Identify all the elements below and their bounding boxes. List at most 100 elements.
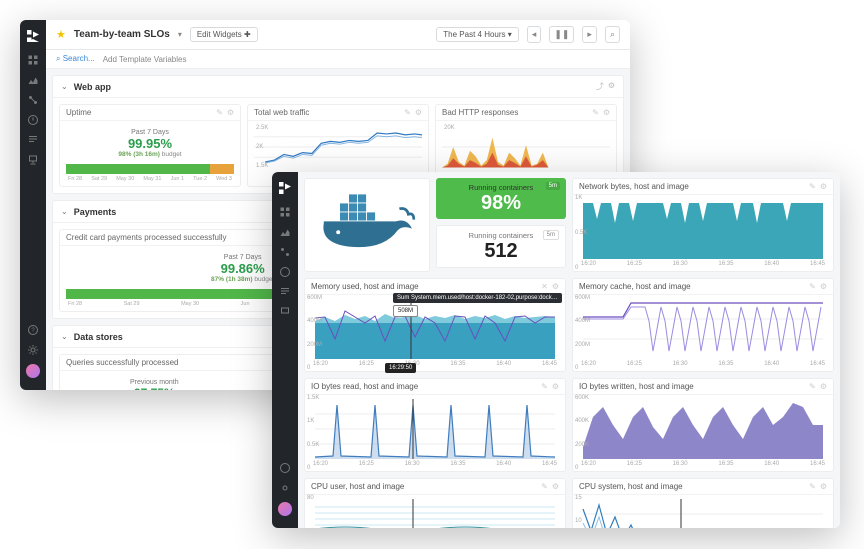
chevron-down-icon: ⌄ <box>61 332 68 341</box>
gear-icon[interactable]: ⚙ <box>552 482 559 491</box>
edit-icon[interactable]: ✎ <box>541 482 548 491</box>
topbar: ★ Team-by-team SLOs ▾ Edit Widgets ✚ The… <box>46 20 630 50</box>
add-template-link[interactable]: Add Template Variables <box>103 55 187 64</box>
panel-cpu-system: CPU system, host and image✎⚙ 151050 16:2… <box>572 478 834 528</box>
title-dropdown-icon[interactable]: ▾ <box>178 30 182 39</box>
layout-back-icon[interactable]: ◂ <box>527 26 542 43</box>
gear-icon[interactable]: ⚙ <box>227 108 234 117</box>
panel-memory-used: Memory used, host and image✕⚙ 600M400M20… <box>304 278 566 372</box>
gear-icon[interactable]: ⚙ <box>820 482 827 491</box>
nav-icon-link[interactable] <box>279 246 291 258</box>
bad-http-chart <box>442 125 610 169</box>
close-icon[interactable]: ✕ <box>541 282 548 291</box>
panel-memory-cache: Memory cache, host and image✎⚙ 600M400M2… <box>572 278 834 372</box>
nav-icon-infra[interactable] <box>27 154 39 166</box>
time-range-selector[interactable]: The Past 4 Hours ▾ <box>436 27 519 42</box>
tooltip: Sum System.mem.used/host:docker-182-02,p… <box>393 293 562 303</box>
whale-icon <box>307 189 427 261</box>
section-title: Web app <box>74 82 111 92</box>
edit-icon[interactable]: ✎ <box>809 482 816 491</box>
page-title: Team-by-team SLOs <box>74 29 170 40</box>
gear-icon[interactable] <box>279 482 291 494</box>
help-icon[interactable]: ? <box>27 324 39 336</box>
edit-icon[interactable]: ✎ <box>809 282 816 291</box>
net-chart <box>579 199 827 259</box>
template-row: ⌕ Search... Add Template Variables <box>46 50 630 69</box>
card-title: Credit card payments processed successfu… <box>66 233 227 242</box>
main: Running containers 5m 98% Running contai… <box>298 172 840 528</box>
sidebar: ? <box>20 20 46 390</box>
gear-icon[interactable]: ⚙ <box>552 382 559 391</box>
edit-icon[interactable]: ✎ <box>809 382 816 391</box>
stat-running-count: Running containers 5m 512 <box>436 225 566 268</box>
app-logo <box>24 26 42 46</box>
cpuu-chart <box>311 499 559 528</box>
star-icon[interactable]: ★ <box>56 28 66 41</box>
svg-text:?: ? <box>31 328 35 334</box>
edit-icon[interactable]: ✎ <box>809 182 816 191</box>
gear-icon[interactable] <box>27 344 39 356</box>
panel-io-read: IO bytes read, host and image✎⚙ 1.5K1K0.… <box>304 378 566 472</box>
help-icon[interactable] <box>279 462 291 474</box>
gear-icon[interactable]: ⚙ <box>820 382 827 391</box>
nav-icon-alert[interactable] <box>27 114 39 126</box>
gear-icon[interactable]: ⚙ <box>552 282 559 291</box>
stat-running-pct: Running containers 5m 98% <box>436 178 566 219</box>
docker-logo-panel <box>304 178 430 272</box>
nav-icon-metrics[interactable] <box>279 226 291 238</box>
gear-icon[interactable]: ⚙ <box>603 108 610 117</box>
card-title: Queries successfully processed <box>66 358 179 367</box>
tooltip-value: 508M <box>393 305 418 317</box>
app-logo <box>276 178 294 198</box>
edit-widgets-button[interactable]: Edit Widgets ✚ <box>190 27 258 42</box>
section-title: Data stores <box>74 332 123 342</box>
gear-icon[interactable]: ⚙ <box>415 108 422 117</box>
gear-icon[interactable]: ⚙ <box>820 282 827 291</box>
nav-icon-infra[interactable] <box>279 306 291 318</box>
gear-icon[interactable]: ⚙ <box>608 81 615 92</box>
iow-chart <box>579 399 827 459</box>
card-title: Bad HTTP responses <box>442 108 518 117</box>
nav-icon-dashboard[interactable] <box>279 206 291 218</box>
chevron-down-icon: ⌄ <box>61 82 68 91</box>
sidebar <box>272 172 298 528</box>
memu-chart <box>311 299 559 359</box>
card-title: Total web traffic <box>254 108 309 117</box>
edit-icon[interactable]: ✎ <box>404 108 411 117</box>
ior-chart <box>311 399 559 459</box>
edit-icon[interactable]: ✎ <box>541 382 548 391</box>
dashboard-grid: Running containers 5m 98% Running contai… <box>298 172 840 528</box>
card-uptime: Uptime✎⚙ Past 7 Days 99.95% 98% (3h 16m)… <box>59 104 241 187</box>
share-icon[interactable]: ⤴ <box>596 81 604 92</box>
layout-pause-icon[interactable]: ❚❚ <box>549 26 574 43</box>
uptime-value: 99.95% <box>66 136 234 151</box>
panel-network-bytes: Network bytes, host and image✎⚙ 1K0.5K0 … <box>572 178 834 272</box>
section-header[interactable]: ⌄ Web app ⤴ ⚙ <box>53 76 623 98</box>
nav-icon-logs[interactable] <box>27 134 39 146</box>
dashboard-window-docker: Running containers 5m 98% Running contai… <box>272 172 840 528</box>
nav-icon-link[interactable] <box>27 94 39 106</box>
search-icon[interactable]: ⌕ <box>605 26 620 43</box>
nav-icon-metrics[interactable] <box>27 74 39 86</box>
uptime-bars <box>66 164 234 174</box>
search-link[interactable]: ⌕ Search... <box>56 54 95 64</box>
nav-icon-dashboard[interactable] <box>27 54 39 66</box>
nav-icon-alert[interactable] <box>279 266 291 278</box>
top-left-block: Running containers 5m 98% Running contai… <box>304 178 566 272</box>
edit-icon[interactable]: ✎ <box>216 108 223 117</box>
layout-fwd-icon[interactable]: ▸ <box>582 26 597 43</box>
avatar[interactable] <box>26 364 40 378</box>
card-title: Uptime <box>66 108 91 117</box>
memc-chart <box>579 299 827 359</box>
avatar[interactable] <box>278 502 292 516</box>
gear-icon[interactable]: ⚙ <box>820 182 827 191</box>
section-title: Payments <box>74 207 117 217</box>
chevron-down-icon: ⌄ <box>61 207 68 216</box>
panel-io-write: IO bytes written, host and image✎⚙ 600K4… <box>572 378 834 472</box>
panel-cpu-user: CPU user, host and image✎⚙ 80400 16:2016… <box>304 478 566 528</box>
nav-icon-logs[interactable] <box>279 286 291 298</box>
time-marker: 16:29:50 <box>385 363 416 373</box>
cpus-chart <box>579 499 827 528</box>
edit-icon[interactable]: ✎ <box>592 108 599 117</box>
traffic-chart <box>254 125 422 169</box>
